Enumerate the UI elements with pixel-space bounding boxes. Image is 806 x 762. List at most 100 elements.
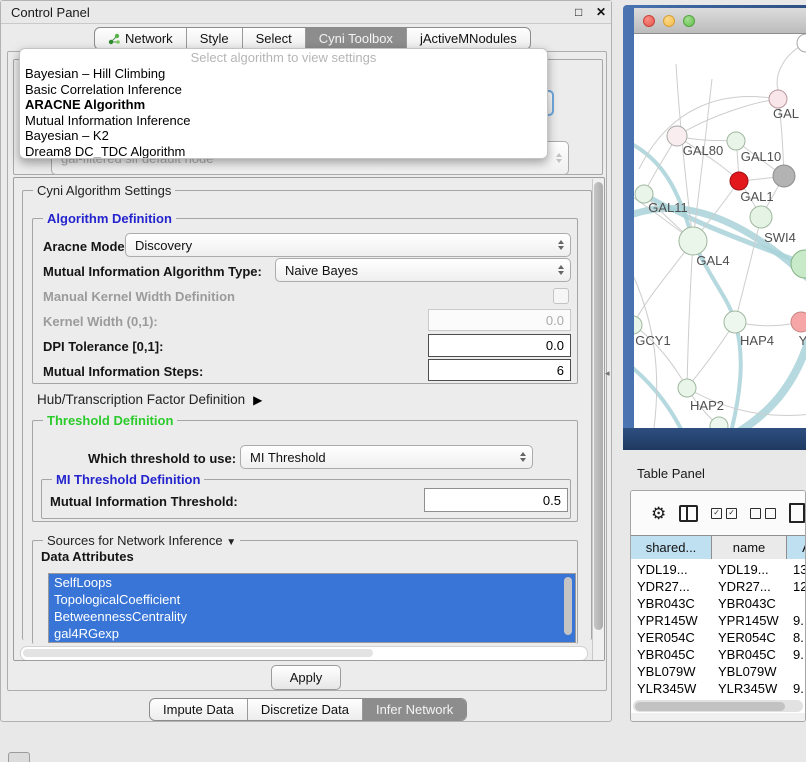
column-header-name[interactable]: name (712, 536, 787, 559)
network-node-y[interactable] (791, 312, 806, 332)
mi-threshold-group-title: MI Threshold Definition (52, 472, 204, 487)
algorithm-option-bayesian-hill-climbing[interactable]: Bayesian – Hill Climbing (20, 66, 547, 82)
screen: Control Panel □ ✕ Network Style SelectCyni… (0, 0, 806, 762)
network-canvas[interactable]: GALGAL80GAL10GAL1GAL11SWI4GAL4GCY1HAP4YH… (634, 34, 806, 428)
kernel-width-field[interactable]: 0.0 (428, 309, 571, 331)
algorithm-option-dream8-dc-tdc-algorithm[interactable]: Dream8 DC_TDC Algorithm (20, 144, 547, 159)
table-row[interactable]: YBR045CYBR045C9. (631, 646, 805, 663)
data-attributes-list[interactable]: SelfLoopsTopologicalCoefficientBetweenne… (48, 573, 576, 643)
mi-type-label: Mutual Information Algorithm Type: (43, 264, 262, 279)
dpi-tolerance-field[interactable]: 0.0 (428, 334, 571, 357)
select-all-columns-icon[interactable]: ✓✓ (711, 508, 737, 519)
network-node-gal4[interactable] (679, 227, 707, 255)
dpi-tolerance-value: 0.0 (546, 338, 564, 353)
network-edge[interactable] (634, 241, 693, 325)
tab-style[interactable]: Style (187, 28, 243, 49)
table-row[interactable]: YDL19...YDL19...13 (631, 561, 805, 578)
settings-vertical-scrollbar[interactable] (592, 179, 605, 661)
attribute-item-gal4rgexp[interactable]: gal4RGexp (49, 625, 575, 642)
attribute-item-betweennesscentrality[interactable]: BetweennessCentrality (49, 608, 575, 625)
apply-button[interactable]: Apply (271, 665, 341, 690)
manual-kernel-label: Manual Kernel Width Definition (43, 289, 235, 304)
threshold-definition-title: Threshold Definition (43, 413, 177, 428)
split-columns-icon[interactable] (679, 505, 698, 522)
tab-label: Style (200, 31, 229, 46)
mi-threshold-field[interactable]: 0.5 (424, 488, 568, 512)
minimize-traffic-light-icon[interactable] (663, 15, 675, 27)
column-header-a[interactable]: A (787, 536, 806, 559)
table-row[interactable]: YBL079WYBL079W (631, 663, 805, 680)
table-row[interactable]: YPR145WYPR145W9. (631, 612, 805, 629)
mi-steps-field[interactable]: 6 (428, 359, 571, 381)
tab-select[interactable]: Select (243, 28, 306, 49)
settings-horizontal-scrollbar[interactable] (20, 646, 588, 661)
bottom-tab-infer-network[interactable]: Infer Network (363, 699, 466, 720)
column-header-shared-[interactable]: shared... (631, 536, 712, 559)
network-window-titlebar[interactable] (634, 8, 806, 34)
table-header: shared...nameA (631, 535, 805, 559)
tab-cyni-toolbox[interactable]: Cyni Toolbox (306, 28, 407, 49)
manual-kernel-checkbox[interactable] (553, 288, 569, 304)
network-edge[interactable] (634, 208, 806, 282)
table-horizontal-scrollbar[interactable] (633, 700, 803, 712)
close-traffic-light-icon[interactable] (643, 15, 655, 27)
network-edge[interactable] (687, 322, 735, 388)
document-icon[interactable] (789, 503, 805, 523)
table-row[interactable]: YLR345WYLR345W9. (631, 680, 805, 697)
table-panel-title: Table Panel (637, 466, 705, 481)
float-icon[interactable]: □ (575, 6, 582, 18)
network-node-label: HAP2 (690, 398, 724, 413)
attribute-list-scrollbar[interactable] (564, 577, 572, 635)
table-row[interactable]: YDR27...YDR27...12 (631, 578, 805, 595)
aracne-mode-label: Aracne Mode: (43, 239, 129, 254)
network-node-gal10[interactable] (727, 132, 745, 150)
algorithm-option-bayesian-k2[interactable]: Bayesian – K2 (20, 128, 547, 144)
bottom-tab-impute-data[interactable]: Impute Data (150, 699, 248, 720)
algorithm-option-aracne-algorithm[interactable]: ARACNE Algorithm (20, 97, 547, 113)
tab-network[interactable]: Network (95, 28, 187, 49)
table-rows: YDL19...YDL19...13YDR27...YDR27...12YBR0… (631, 561, 805, 700)
table-cell: YBR043C (637, 595, 710, 612)
attribute-item-selfloops[interactable]: SelfLoops (49, 574, 575, 591)
control-panel-titlebar: Control Panel □ ✕ (1, 1, 611, 24)
bottom-tab-discretize-data[interactable]: Discretize Data (248, 699, 363, 720)
zoom-traffic-light-icon[interactable] (683, 15, 695, 27)
close-icon[interactable]: ✕ (596, 6, 606, 18)
aracne-mode-combobox[interactable]: Discovery (125, 233, 571, 257)
unselect-all-columns-icon[interactable] (750, 508, 776, 519)
which-threshold-combobox[interactable]: MI Threshold (240, 445, 533, 469)
network-node[interactable] (710, 417, 728, 428)
network-node-label: SWI4 (764, 230, 796, 245)
table-row[interactable]: YER054CYER054C8. (631, 629, 805, 646)
network-node-label: GAL80 (683, 143, 723, 158)
sources-title-row[interactable]: Sources for Network Inference ▼ (43, 533, 240, 548)
table-cell: YLR345W (718, 680, 785, 697)
table-cell: YPR145W (637, 612, 710, 629)
table-row[interactable]: YBR043CYBR043C (631, 595, 805, 612)
algorithm-option-basic-correlation-inference[interactable]: Basic Correlation Inference (20, 82, 547, 98)
network-node-label: GAL11 (648, 200, 688, 215)
network-node[interactable] (797, 34, 806, 52)
table-cell: 9. (793, 680, 805, 697)
cutoff-corner-button[interactable] (8, 752, 30, 762)
network-node[interactable] (773, 165, 795, 187)
algorithm-option-mutual-information-inference[interactable]: Mutual Information Inference (20, 113, 547, 129)
attribute-item-topologicalcoefficient[interactable]: TopologicalCoefficient (49, 591, 575, 608)
network-node-swi4[interactable] (750, 206, 772, 228)
network-edge[interactable] (677, 99, 778, 136)
tab-label: Network (125, 31, 173, 46)
network-node-label: GAL1 (740, 189, 773, 204)
network-node[interactable] (791, 250, 806, 278)
gear-icon[interactable]: ⚙ (651, 505, 666, 522)
network-node-gal1[interactable] (730, 172, 748, 190)
hub-definition-toggle[interactable]: Hub/Transcription Factor Definition ▶ (37, 392, 262, 407)
network-node-hap4[interactable] (724, 311, 746, 333)
table-cell: YPR145W (718, 612, 785, 629)
network-edge[interactable] (687, 241, 693, 388)
kernel-width-label: Kernel Width (0,1): (43, 314, 158, 329)
mi-type-combobox[interactable]: Naive Bayes (275, 258, 571, 282)
bottom-tab-label: Infer Network (376, 702, 453, 717)
tab-jactivemnodules[interactable]: jActiveMNodules (407, 28, 530, 49)
splitter-arrow-icon[interactable]: ◂ (605, 368, 610, 379)
network-node-hap2[interactable] (678, 379, 696, 397)
